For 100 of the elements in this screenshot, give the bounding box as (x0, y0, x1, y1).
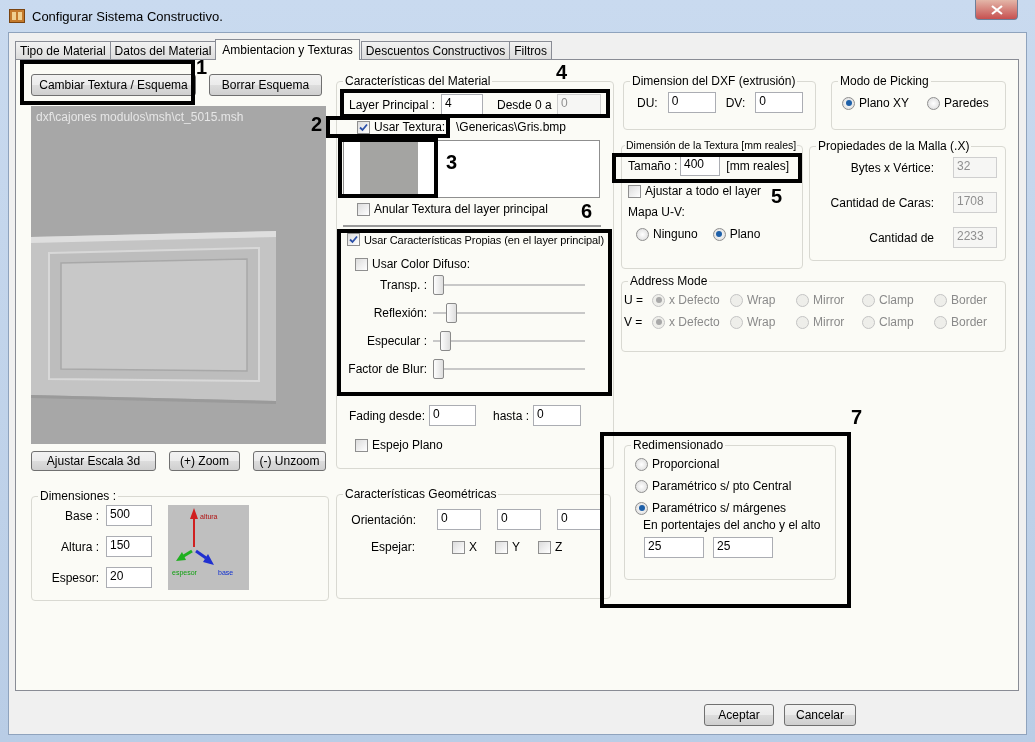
zoom-out-button[interactable]: (-) Unzoom (253, 451, 326, 471)
field-label: Layer Principal : (349, 97, 437, 112)
checkbox[interactable] (355, 257, 368, 271)
checkmark-icon (359, 122, 368, 132)
input-field[interactable]: 0 (429, 405, 476, 426)
row-label: V = (624, 315, 644, 329)
group-title: Dimension del DXF (extrusión) (631, 74, 797, 88)
radio-label: Wrap (747, 293, 776, 307)
field-label: Mapa U-V: (628, 205, 686, 219)
radio-button[interactable] (635, 457, 648, 471)
slider-track[interactable] (433, 331, 585, 351)
checkbox[interactable] (452, 540, 465, 554)
input-field[interactable]: 500 (106, 505, 152, 526)
radio-label: Mirror (813, 315, 845, 329)
checkbox[interactable] (628, 184, 641, 198)
radio-label: x Defecto (669, 293, 720, 307)
checkbox-label: Anular Textura del layer principal (374, 202, 548, 216)
tab[interactable]: Tipo de Material (15, 41, 111, 59)
clear-scheme-button[interactable]: Borrar Esquema (209, 74, 322, 96)
radio-button[interactable] (712, 227, 726, 241)
input-field[interactable]: 4 (441, 94, 483, 115)
slider-track[interactable] (433, 359, 585, 379)
input-field[interactable]: 0 (667, 92, 716, 113)
input-field[interactable]: 0 (533, 405, 581, 426)
checkbox-label: Espejo Plano (372, 438, 443, 452)
checkbox[interactable] (355, 438, 368, 452)
app-icon (9, 9, 25, 23)
tab[interactable]: Filtros (509, 41, 552, 59)
group-title: Características del Material (344, 74, 492, 88)
field-label: Tamaño : (628, 158, 679, 173)
radio-label: Paramétrico s/ pto Central (652, 479, 792, 493)
annotation-number: 2 (311, 114, 323, 134)
input-field[interactable]: 150 (106, 536, 152, 557)
annotation-number: 5 (771, 186, 783, 206)
radio-label: Paramétrico s/ márgenes (652, 501, 787, 515)
slider-label: Reflexión: (372, 306, 427, 320)
input-field[interactable]: 25 (644, 537, 704, 558)
input-field[interactable]: 0 (437, 509, 481, 530)
tab[interactable]: Descuentos Constructivos (360, 41, 511, 59)
radio-button[interactable] (636, 227, 649, 241)
input-field[interactable]: 0 (557, 509, 601, 530)
unit-label: [mm reales] (726, 158, 790, 173)
tab[interactable]: Datos del Material (109, 41, 217, 59)
radio-label: Clamp (879, 315, 914, 329)
checkbox[interactable] (347, 233, 360, 246)
group-title: Dimensión de la Textura [mm reales] (625, 139, 798, 151)
checkbox-label: Usar Características Propias (en el layer principal) (364, 233, 604, 246)
slider-thumb[interactable] (440, 331, 452, 351)
group-title: Modo de Picking (839, 74, 930, 88)
slider-thumb[interactable] (433, 275, 444, 295)
radio-label: Proporcional (652, 457, 720, 471)
checkbox[interactable] (538, 540, 552, 554)
radio-button[interactable] (842, 96, 855, 110)
input-field[interactable]: 400 (680, 155, 721, 176)
change-texture-button[interactable]: Cambiar Textura / Esquema (31, 74, 196, 96)
field-label: hasta : (493, 408, 531, 423)
checkbox[interactable] (495, 540, 508, 554)
slider-label: Especular : (365, 334, 427, 348)
input-field[interactable]: 0 (497, 509, 541, 530)
radio-label: x Defecto (669, 315, 720, 329)
input-field[interactable]: 25 (713, 537, 773, 558)
close-button[interactable] (975, 0, 1018, 20)
radio-button[interactable] (927, 96, 941, 110)
field-label: Altura : (60, 539, 100, 554)
file-path: dxf\cajones modulos\msh\ct_5015.msh (36, 110, 244, 124)
slider-track[interactable] (433, 275, 585, 295)
zoom-in-button[interactable]: (+) Zoom (169, 451, 240, 471)
slider-track[interactable] (433, 303, 585, 323)
checkbox-label: X (469, 540, 477, 554)
checkbox[interactable] (357, 202, 370, 216)
hint-text: En portentajes del ancho y el alto (643, 518, 822, 532)
annotation-number: 7 (851, 407, 863, 427)
field-label: Bytes x Vértice: (849, 160, 935, 175)
annotation-number: 6 (581, 201, 593, 221)
slider-thumb[interactable] (445, 303, 457, 323)
field-label: DU: (637, 95, 659, 110)
field-label: Fading desde: (349, 408, 427, 423)
radio-label: Clamp (879, 293, 914, 307)
field-label: DV: (725, 95, 747, 110)
radio-button[interactable] (635, 501, 648, 515)
texture-path: \Genericas\Gris.bmp (456, 120, 567, 134)
checkbox[interactable] (357, 120, 370, 134)
input-field[interactable]: 20 (106, 567, 152, 588)
slider-thumb[interactable] (433, 359, 444, 379)
radio-label: Paredes (944, 96, 989, 110)
radio-label: Border (951, 293, 988, 307)
tab[interactable]: Ambientacion y Texturas (215, 39, 360, 60)
fit-scale-button[interactable]: Ajustar Escala 3d (31, 451, 156, 471)
group-title: Redimensionado (632, 438, 725, 452)
group-title: Propiedades de la Malla (.X) (817, 139, 971, 153)
accept-button[interactable]: Aceptar (704, 704, 774, 726)
input-field[interactable]: 0 (755, 92, 804, 113)
radio-label: Plano (729, 227, 761, 241)
slider-label: Transp. : (379, 278, 427, 292)
group-title: Address Mode (629, 274, 709, 288)
radio-label: Ninguno (653, 227, 698, 241)
cancel-button[interactable]: Cancelar (784, 704, 856, 726)
field-label: Espejar: (369, 540, 416, 554)
field-label: Espesor: (50, 570, 100, 585)
radio-button[interactable] (635, 479, 648, 493)
